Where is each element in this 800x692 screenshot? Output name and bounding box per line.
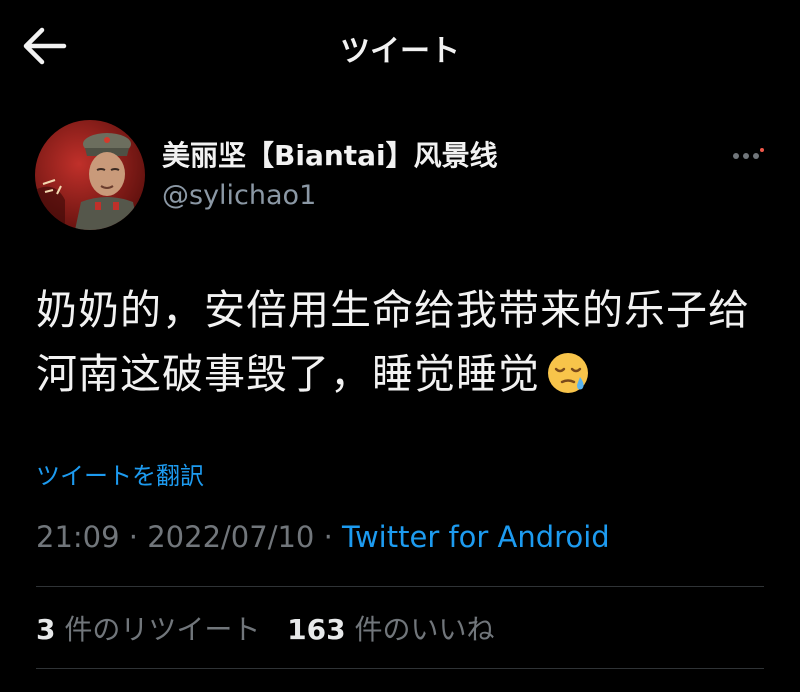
more-dots-icon[interactable] [728,146,768,166]
likes-count: 163 [287,613,346,646]
top-bar: ツイート [0,0,800,92]
divider [36,586,764,587]
likes-stat[interactable]: 163 件のいいね [287,613,494,646]
author-name[interactable]: 美丽坚【Biantai】风景线 [162,134,498,174]
tweet-source-link[interactable]: Twitter for Android [342,520,610,554]
retweets-count: 3 [36,613,56,646]
tweet-date: 2022/07/10 [147,520,315,554]
meta-separator: · [128,520,139,554]
sleepy-face-icon [548,353,588,393]
translate-link[interactable]: ツイートを翻訳 [36,456,204,491]
avatar-portrait [35,120,145,230]
tweet-stats: 3 件のリツイート 163 件のいいね [36,608,495,648]
tweet-body: 奶奶的，安倍用生命给我带来的乐子给河南这破事毁了，睡觉睡觉 [36,286,750,398]
tweet-text: 奶奶的，安倍用生命给我带来的乐子给河南这破事毁了，睡觉睡觉 [36,278,766,406]
tweet-time: 21:09 [36,520,120,554]
author-handle[interactable]: @sylichao1 [162,180,316,211]
tweet-meta: 21:09 · 2022/07/10 · Twitter for Android [36,520,610,554]
page-title: ツイート [340,34,460,69]
meta-separator: · [323,520,333,554]
likes-label: 件のいいね [354,613,495,646]
avatar[interactable] [35,120,145,230]
retweets-label: 件のリツイート [64,613,261,646]
retweets-stat[interactable]: 3 件のリツイート [36,613,269,646]
divider [36,668,764,669]
